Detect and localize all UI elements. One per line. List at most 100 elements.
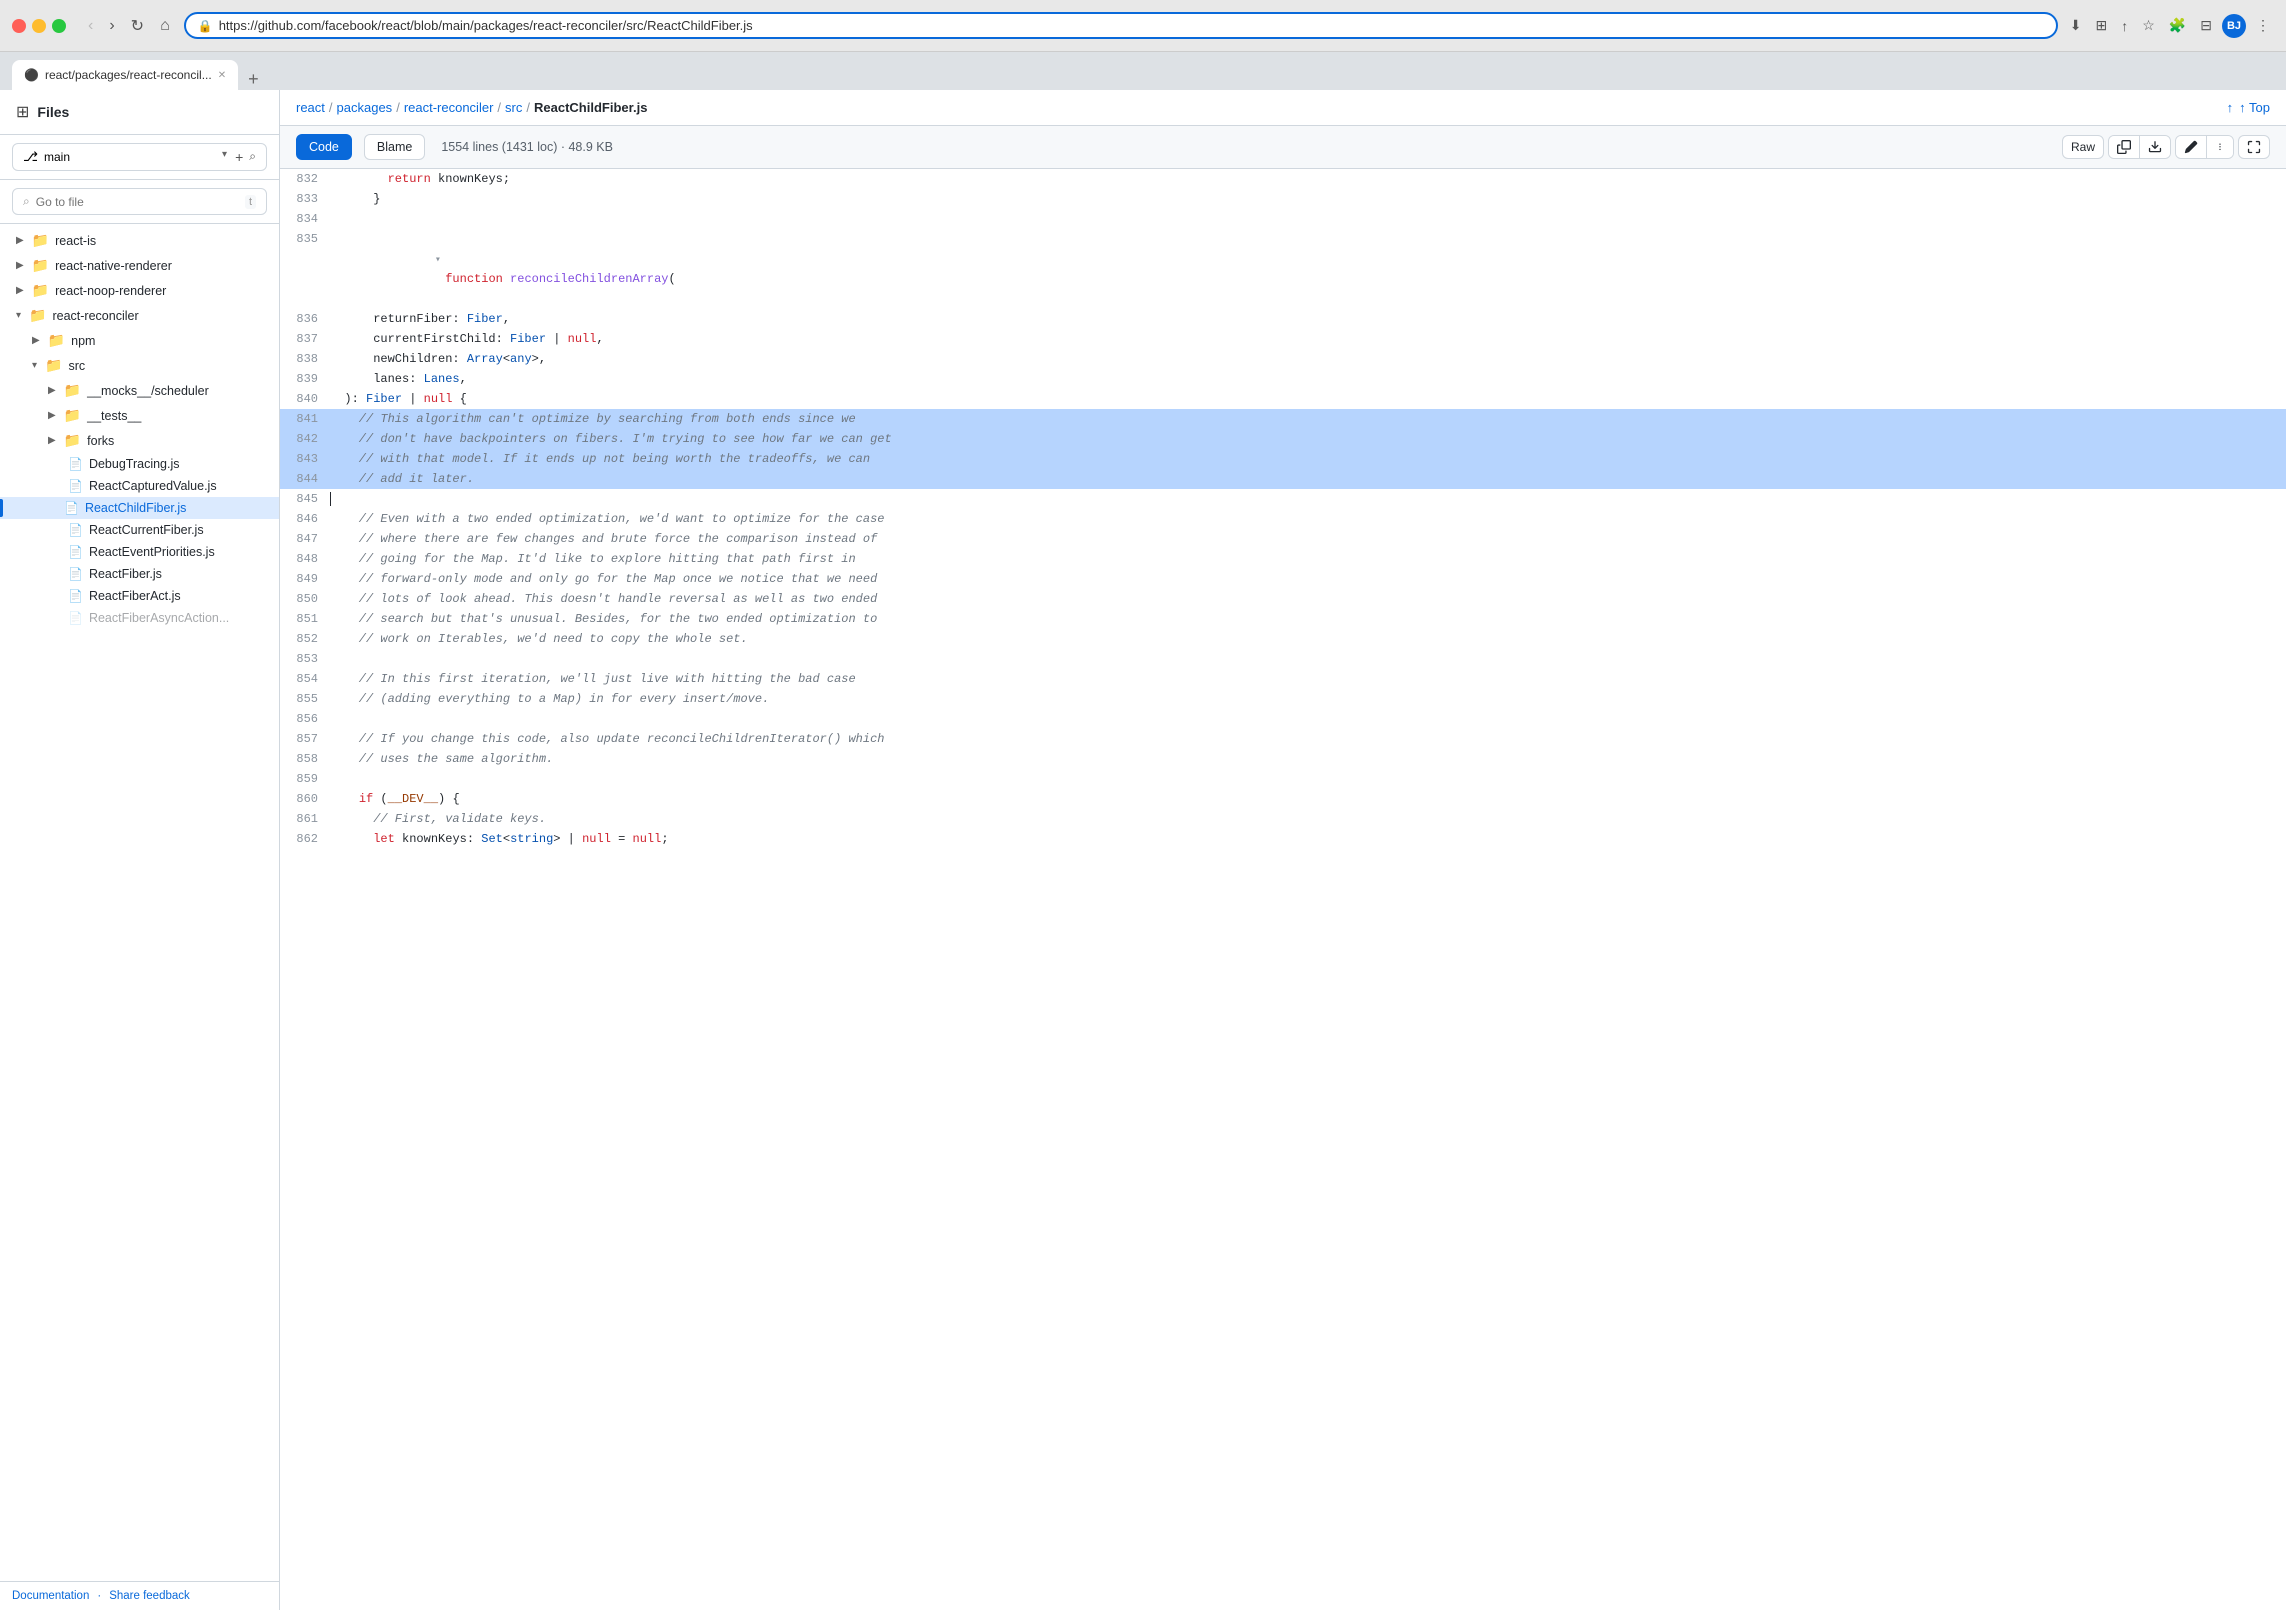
account-avatar[interactable]: BJ	[2222, 14, 2246, 38]
line-number[interactable]: 832	[280, 169, 330, 189]
sidebar-item-react-fiber-act[interactable]: 📄 ReactFiberAct.js	[0, 585, 279, 607]
sidebar-item-react-event-priorities[interactable]: 📄 ReactEventPriorities.js	[0, 541, 279, 563]
sidebar-item-src[interactable]: ▾ 📁 src	[0, 353, 279, 378]
fullscreen-window-button[interactable]	[52, 19, 66, 33]
breadcrumb-src[interactable]: src	[505, 100, 522, 115]
sidebar-item-react-captured-value[interactable]: 📄 ReactCapturedValue.js	[0, 475, 279, 497]
line-number[interactable]: 836	[280, 309, 330, 329]
file-icon: 📄	[68, 479, 83, 493]
line-number[interactable]: 834	[280, 209, 330, 229]
tab-close-button[interactable]: ✕	[218, 70, 226, 81]
address-input[interactable]	[219, 18, 2044, 33]
sidebar-item-npm[interactable]: ▶ 📁 npm	[0, 328, 279, 353]
line-number[interactable]: 853	[280, 649, 330, 669]
line-number[interactable]: 841	[280, 409, 330, 429]
line-number[interactable]: 859	[280, 769, 330, 789]
line-number[interactable]: 847	[280, 529, 330, 549]
edit-button[interactable]	[2176, 136, 2207, 158]
line-content: lanes: Lanes,	[330, 369, 2286, 389]
code-tab-button[interactable]: Code	[296, 134, 352, 160]
line-number[interactable]: 855	[280, 689, 330, 709]
line-number[interactable]: 854	[280, 669, 330, 689]
menu-button[interactable]: ⋮	[2252, 13, 2274, 38]
more-edit-options-button[interactable]	[2207, 136, 2233, 158]
share-button[interactable]: ↑	[2117, 14, 2132, 38]
sidebar-item-mocks-scheduler[interactable]: ▶ 📁 __mocks__/scheduler	[0, 378, 279, 403]
line-number[interactable]: 835	[280, 229, 330, 309]
blame-tab-button[interactable]: Blame	[364, 134, 425, 160]
line-number[interactable]: 845	[280, 489, 330, 509]
sidebar-item-more[interactable]: 📄 ReactFiberAsyncAction...	[0, 607, 279, 629]
top-button[interactable]: ↑ ↑ Top	[2227, 100, 2270, 115]
new-tab-button[interactable]: +	[242, 69, 265, 90]
address-bar-container[interactable]: 🔒	[184, 12, 2058, 39]
line-number[interactable]: 862	[280, 829, 330, 849]
branch-button[interactable]: ⎇ main ▾ + ⌕	[12, 143, 267, 171]
line-number[interactable]: 843	[280, 449, 330, 469]
sidebar-item-react-child-fiber[interactable]: 📄 ReactChildFiber.js	[0, 497, 279, 519]
line-number[interactable]: 844	[280, 469, 330, 489]
share-feedback-link[interactable]: Share feedback	[109, 1590, 190, 1602]
line-number[interactable]: 842	[280, 429, 330, 449]
line-number[interactable]: 857	[280, 729, 330, 749]
line-number[interactable]: 856	[280, 709, 330, 729]
active-tab[interactable]: ⚫ react/packages/react-reconcil... ✕	[12, 60, 238, 90]
forward-button[interactable]: ›	[103, 14, 120, 38]
line-number[interactable]: 833	[280, 189, 330, 209]
copy-button[interactable]	[2109, 136, 2140, 158]
home-button[interactable]: ⌂	[154, 14, 176, 38]
download-page-button[interactable]: ⬇	[2066, 13, 2086, 38]
sidebar-toggle-button[interactable]: ⊟	[2196, 13, 2216, 38]
line-content	[330, 209, 2286, 229]
line-number[interactable]: 850	[280, 589, 330, 609]
download-button[interactable]	[2140, 136, 2170, 158]
tree-label: react-native-renderer	[55, 259, 172, 273]
translate-button[interactable]: ⊞	[2092, 13, 2112, 38]
branch-add-icon[interactable]: +	[235, 149, 243, 165]
search-box[interactable]: ⌕ t	[12, 188, 267, 215]
code-container[interactable]: 832 return knownKeys; 833 } 834	[280, 169, 2286, 1610]
documentation-link[interactable]: Documentation	[12, 1590, 89, 1602]
line-content: // going for the Map. It'd like to explo…	[330, 549, 2286, 569]
search-input[interactable]	[36, 195, 239, 209]
line-number[interactable]: 837	[280, 329, 330, 349]
line-content: // don't have backpointers on fibers. I'…	[330, 429, 2286, 449]
fold-button[interactable]: ▾	[431, 251, 445, 265]
close-window-button[interactable]	[12, 19, 26, 33]
sidebar-item-react-noop-renderer[interactable]: ▶ 📁 react-noop-renderer	[0, 278, 279, 303]
breadcrumb-react-reconciler[interactable]: react-reconciler	[404, 100, 494, 115]
branch-search-icon[interactable]: ⌕	[249, 149, 256, 165]
line-number[interactable]: 839	[280, 369, 330, 389]
sidebar-item-tests[interactable]: ▶ 📁 __tests__	[0, 403, 279, 428]
reload-button[interactable]: ↻	[125, 14, 150, 38]
table-row: 861 // First, validate keys.	[280, 809, 2286, 829]
line-number[interactable]: 852	[280, 629, 330, 649]
extensions-button[interactable]: 🧩	[2165, 13, 2190, 38]
raw-button[interactable]: Raw	[2062, 135, 2104, 159]
breadcrumb-react[interactable]: react	[296, 100, 325, 115]
line-number[interactable]: 849	[280, 569, 330, 589]
line-number[interactable]: 860	[280, 789, 330, 809]
line-number[interactable]: 840	[280, 389, 330, 409]
sidebar-item-forks[interactable]: ▶ 📁 forks	[0, 428, 279, 453]
line-content: currentFirstChild: Fiber | null,	[330, 329, 2286, 349]
line-number[interactable]: 848	[280, 549, 330, 569]
sidebar-item-react-reconciler[interactable]: ▾ 📁 react-reconciler	[0, 303, 279, 328]
line-number[interactable]: 861	[280, 809, 330, 829]
bookmark-button[interactable]: ☆	[2138, 13, 2159, 38]
minimize-window-button[interactable]	[32, 19, 46, 33]
line-number[interactable]: 846	[280, 509, 330, 529]
sidebar-item-debug-tracing[interactable]: 📄 DebugTracing.js	[0, 453, 279, 475]
sidebar-item-react-is[interactable]: ▶ 📁 react-is	[0, 228, 279, 253]
cursor	[330, 492, 331, 506]
sidebar-item-react-current-fiber[interactable]: 📄 ReactCurrentFiber.js	[0, 519, 279, 541]
line-number[interactable]: 838	[280, 349, 330, 369]
line-number[interactable]: 858	[280, 749, 330, 769]
breadcrumb-packages[interactable]: packages	[337, 100, 393, 115]
line-number[interactable]: 851	[280, 609, 330, 629]
back-button[interactable]: ‹	[82, 14, 99, 38]
line-content	[330, 769, 2286, 789]
sidebar-item-react-fiber[interactable]: 📄 ReactFiber.js	[0, 563, 279, 585]
fullscreen-button[interactable]	[2238, 135, 2270, 159]
sidebar-item-react-native-renderer[interactable]: ▶ 📁 react-native-renderer	[0, 253, 279, 278]
